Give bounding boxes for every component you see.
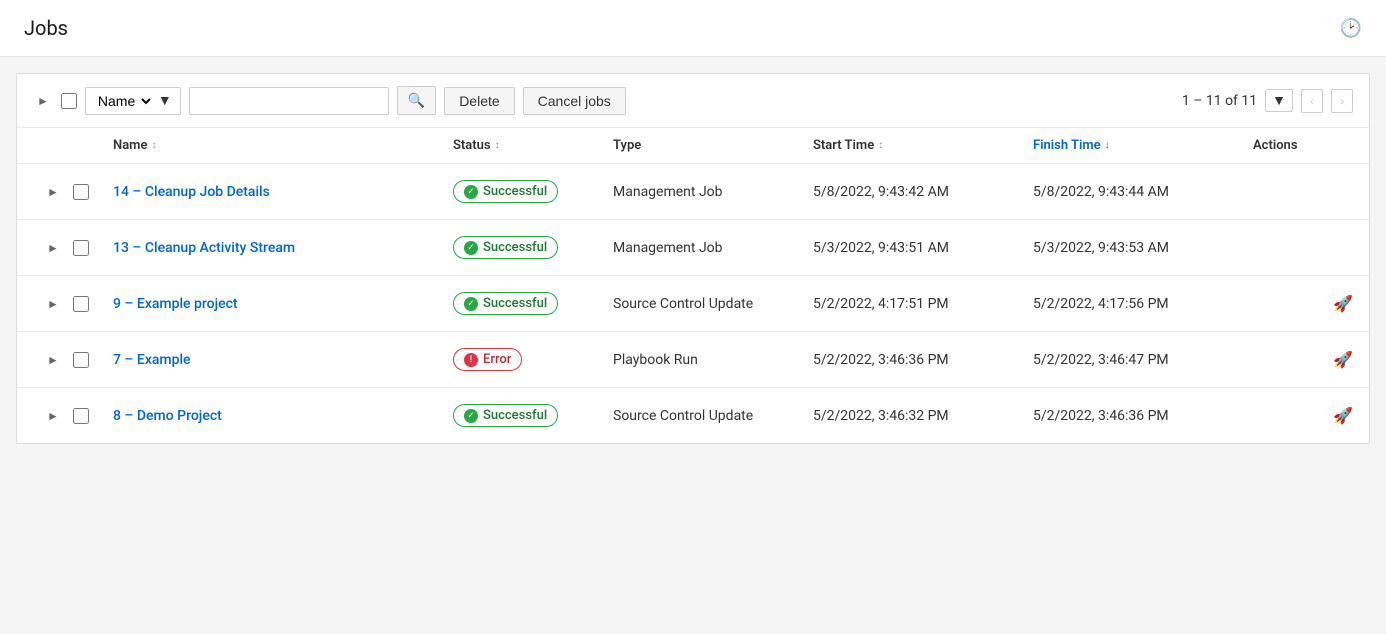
main-content: ► Name Status Type ▼ 🔍 Delete Cancel job… [0, 57, 1386, 634]
status-icon: ✓ [464, 241, 478, 255]
pagination-next[interactable]: › [1331, 89, 1353, 113]
job-start-time-cell: 5/2/2022, 4:17:51 PM [813, 296, 1033, 312]
status-icon: ✓ [464, 297, 478, 311]
name-sort-icon: ↕ [151, 140, 156, 151]
status-icon: ! [464, 353, 478, 367]
job-name-cell: 14 – Cleanup Job Details [113, 184, 453, 200]
pagination-dropdown[interactable]: ▼ [1265, 89, 1293, 112]
col-header-type[interactable]: Type [613, 138, 813, 153]
table-row: ► 9 – Example project ✓ Successful Sourc… [17, 276, 1369, 332]
job-finish-time-cell: 5/2/2022, 3:46:47 PM [1033, 352, 1253, 368]
pagination-dropdown-arrow: ▼ [1272, 92, 1286, 109]
row-checkbox[interactable] [73, 296, 89, 312]
status-badge: ! Error [453, 348, 522, 371]
search-button[interactable]: 🔍 [397, 86, 436, 115]
job-link[interactable]: 9 – Example project [113, 296, 238, 312]
row-expand-button[interactable]: ► [33, 297, 73, 311]
relaunch-icon[interactable]: 🚀 [1333, 350, 1353, 369]
status-sort-icon: ↕ [495, 140, 500, 151]
search-input[interactable] [189, 87, 389, 115]
select-all-checkbox[interactable] [61, 93, 77, 109]
job-status-cell: ✓ Successful [453, 180, 613, 203]
row-expand-button[interactable]: ► [33, 409, 73, 423]
row-checkbox[interactable] [73, 240, 89, 256]
job-type-cell: Management Job [613, 240, 813, 256]
row-checkbox[interactable] [73, 408, 89, 424]
delete-button[interactable]: Delete [444, 87, 514, 115]
table-row: ► 8 – Demo Project ✓ Successful Source C… [17, 388, 1369, 443]
job-finish-time-cell: 5/2/2022, 3:46:36 PM [1033, 408, 1253, 424]
status-icon: ✓ [464, 409, 478, 423]
job-status-cell: ✓ Successful [453, 404, 613, 427]
status-icon: ✓ [464, 185, 478, 199]
finish-sort-icon: ↓ [1105, 140, 1110, 151]
pagination-prev[interactable]: ‹ [1301, 89, 1323, 113]
toolbar: ► Name Status Type ▼ 🔍 Delete Cancel job… [17, 74, 1369, 128]
job-type-cell: Source Control Update [613, 296, 813, 312]
job-link[interactable]: 13 – Cleanup Activity Stream [113, 240, 295, 256]
job-link[interactable]: 7 – Example [113, 352, 191, 368]
status-badge: ✓ Successful [453, 292, 558, 315]
job-name-cell: 9 – Example project [113, 296, 453, 312]
relaunch-icon[interactable]: 🚀 [1333, 294, 1353, 313]
status-badge: ✓ Successful [453, 180, 558, 203]
col-header-actions: Actions [1253, 138, 1353, 153]
table-row: ► 14 – Cleanup Job Details ✓ Successful … [17, 164, 1369, 220]
job-name-cell: 13 – Cleanup Activity Stream [113, 240, 453, 256]
col-header-status[interactable]: Status ↕ [453, 138, 613, 153]
row-checkbox[interactable] [73, 352, 89, 368]
table-body: ► 14 – Cleanup Job Details ✓ Successful … [17, 164, 1369, 443]
table-header: Name ↕ Status ↕ Type Start Time ↕ Finish… [17, 128, 1369, 164]
job-status-cell: ✓ Successful [453, 292, 613, 315]
col-header-start-time[interactable]: Start Time ↕ [813, 138, 1033, 153]
job-type-cell: Playbook Run [613, 352, 813, 368]
expand-all-button[interactable]: ► [33, 90, 53, 112]
row-expand-button[interactable]: ► [33, 185, 73, 199]
relaunch-icon[interactable]: 🚀 [1333, 406, 1353, 425]
job-status-cell: ✓ Successful [453, 236, 613, 259]
status-badge: ✓ Successful [453, 236, 558, 259]
col-header-finish-time[interactable]: Finish Time ↓ [1033, 138, 1253, 153]
filter-dropdown-arrow: ▼ [158, 92, 172, 109]
row-checkbox[interactable] [73, 184, 89, 200]
job-finish-time-cell: 5/2/2022, 4:17:56 PM [1033, 296, 1253, 312]
job-start-time-cell: 5/2/2022, 3:46:32 PM [813, 408, 1033, 424]
filter-dropdown[interactable]: Name Status Type ▼ [85, 87, 181, 115]
jobs-panel: ► Name Status Type ▼ 🔍 Delete Cancel job… [16, 73, 1370, 444]
status-badge: ✓ Successful [453, 404, 558, 427]
job-finish-time-cell: 5/8/2022, 9:43:44 AM [1033, 184, 1253, 200]
job-type-cell: Source Control Update [613, 408, 813, 424]
job-start-time-cell: 5/8/2022, 9:43:42 AM [813, 184, 1033, 200]
history-icon[interactable]: 🕑 [1340, 18, 1362, 39]
table-row: ► 7 – Example ! Error Playbook Run 5/2/2… [17, 332, 1369, 388]
job-link[interactable]: 14 – Cleanup Job Details [113, 184, 270, 200]
job-finish-time-cell: 5/3/2022, 9:43:53 AM [1033, 240, 1253, 256]
cancel-jobs-button[interactable]: Cancel jobs [523, 87, 626, 115]
page-title: Jobs [24, 16, 68, 40]
job-type-cell: Management Job [613, 184, 813, 200]
job-link[interactable]: 8 – Demo Project [113, 408, 222, 424]
row-expand-button[interactable]: ► [33, 241, 73, 255]
filter-select[interactable]: Name Status Type [94, 92, 154, 110]
col-header-name[interactable]: Name ↕ [113, 138, 453, 153]
start-sort-icon: ↕ [878, 140, 883, 151]
table-row: ► 13 – Cleanup Activity Stream ✓ Success… [17, 220, 1369, 276]
job-start-time-cell: 5/2/2022, 3:46:36 PM [813, 352, 1033, 368]
pagination-text: 1 – 11 of 11 [1182, 93, 1257, 109]
job-start-time-cell: 5/3/2022, 9:43:51 AM [813, 240, 1033, 256]
job-status-cell: ! Error [453, 348, 613, 371]
job-name-cell: 8 – Demo Project [113, 408, 453, 424]
job-name-cell: 7 – Example [113, 352, 453, 368]
row-expand-button[interactable]: ► [33, 353, 73, 367]
pagination-info: 1 – 11 of 11 ▼ [1182, 89, 1293, 112]
